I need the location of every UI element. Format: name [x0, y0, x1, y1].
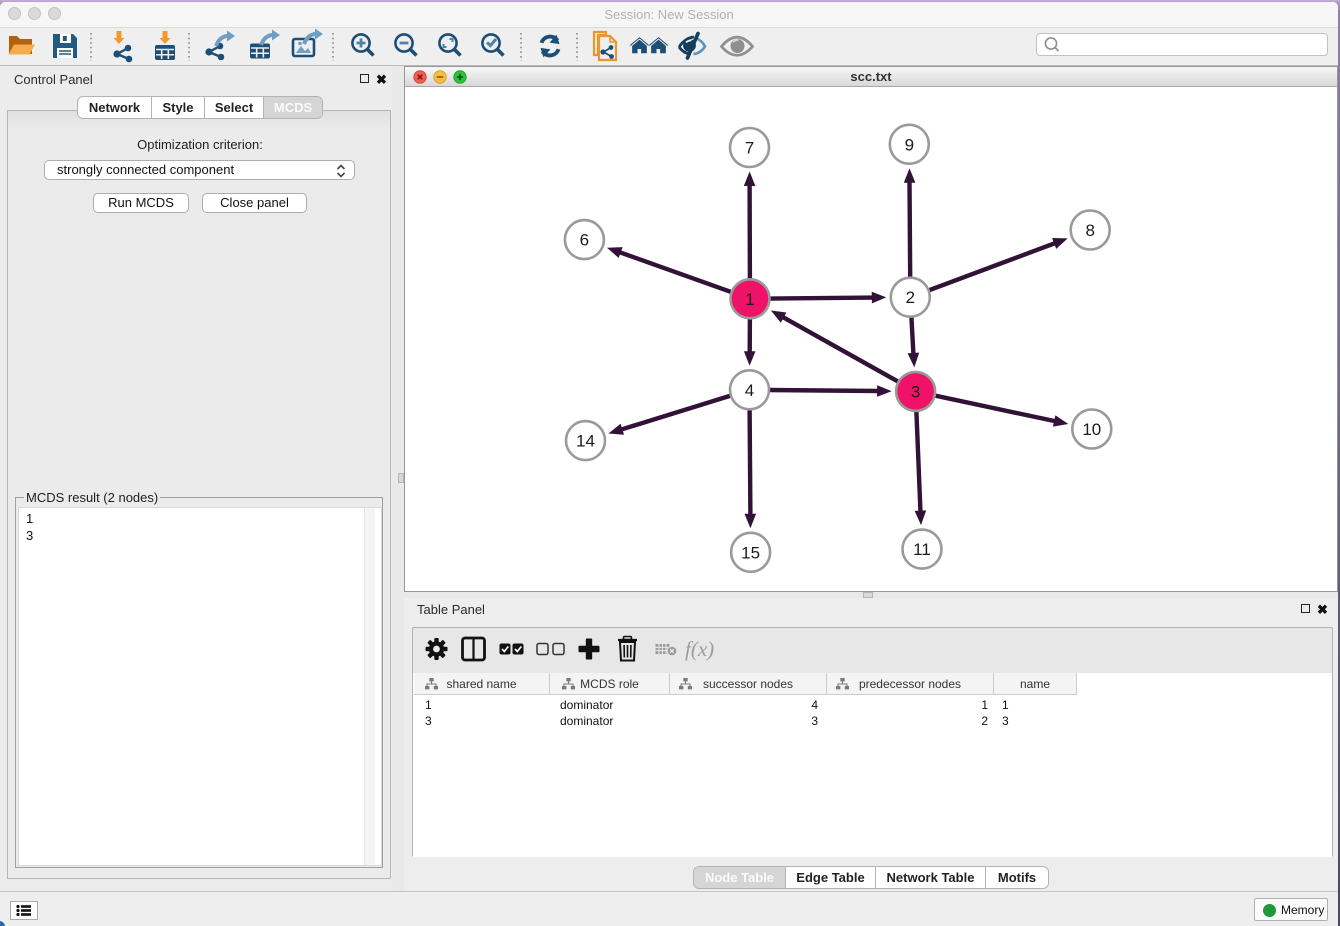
svg-text:11: 11 [913, 540, 931, 559]
svg-text:7: 7 [745, 139, 754, 158]
svg-text:f(x): f(x) [685, 637, 714, 661]
svg-text:2: 2 [906, 288, 915, 307]
svg-text:3: 3 [911, 382, 920, 401]
svg-text:6: 6 [580, 231, 589, 250]
svg-text:8: 8 [1085, 221, 1094, 240]
svg-text:4: 4 [745, 381, 754, 400]
svg-text:14: 14 [576, 432, 595, 451]
svg-text:15: 15 [741, 543, 760, 562]
svg-text:10: 10 [1082, 420, 1101, 439]
svg-text:9: 9 [905, 135, 914, 154]
svg-text:1: 1 [745, 290, 754, 309]
